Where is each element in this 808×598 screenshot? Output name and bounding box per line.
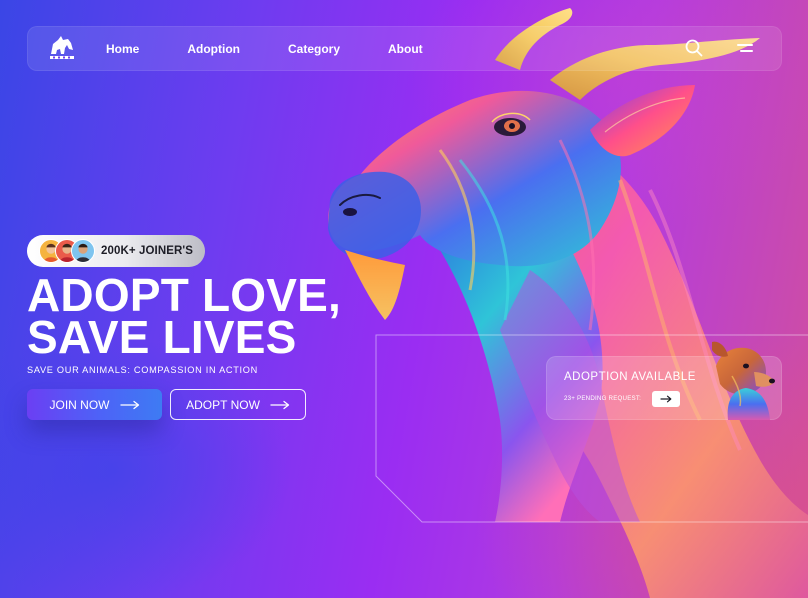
- search-icon[interactable]: [684, 38, 704, 58]
- hero-title: ADOPT LOVE, SAVE LIVES: [27, 269, 342, 363]
- nav-link-about[interactable]: About: [388, 42, 423, 56]
- navbar: Home Adoption Category About: [27, 26, 782, 71]
- avatar: [71, 239, 95, 263]
- joiners-badge: 200K+ JOINER'S: [27, 235, 205, 267]
- arrow-right-icon: [270, 400, 290, 409]
- menu-icon[interactable]: [735, 38, 755, 58]
- hero-subtitle: SAVE OUR ANIMALS: COMPASSION IN ACTION: [27, 365, 258, 375]
- hero-title-line-2: SAVE LIVES: [27, 311, 297, 363]
- join-now-label: JOIN NOW: [49, 397, 110, 412]
- pending-requests-label: 23+ PENDING REQUEST:: [564, 395, 642, 402]
- adoption-card-title: ADOPTION AVAILABLE: [564, 371, 696, 383]
- nav-link-home[interactable]: Home: [106, 42, 139, 56]
- joiners-count: 200K+ JOINER'S: [101, 245, 194, 257]
- adoption-card-arrow-button[interactable]: [652, 391, 680, 407]
- horse-logo-icon[interactable]: [47, 34, 77, 62]
- nav-link-category[interactable]: Category: [288, 42, 340, 56]
- dog-illustration: [712, 341, 775, 420]
- adoption-card[interactable]: ADOPTION AVAILABLE 23+ PENDING REQUEST:: [546, 341, 782, 420]
- arrow-right-icon: [660, 395, 672, 403]
- adopt-now-label: ADOPT NOW: [186, 397, 260, 412]
- nav-link-adoption[interactable]: Adoption: [187, 42, 240, 56]
- adopt-now-button[interactable]: ADOPT NOW: [170, 389, 306, 420]
- join-now-button[interactable]: JOIN NOW: [27, 389, 162, 420]
- nav-links: Home Adoption Category About: [106, 26, 423, 71]
- avatar-group: [39, 238, 109, 264]
- arrow-right-icon: [119, 400, 139, 409]
- hero-title-line-1: ADOPT LOVE,: [27, 269, 342, 321]
